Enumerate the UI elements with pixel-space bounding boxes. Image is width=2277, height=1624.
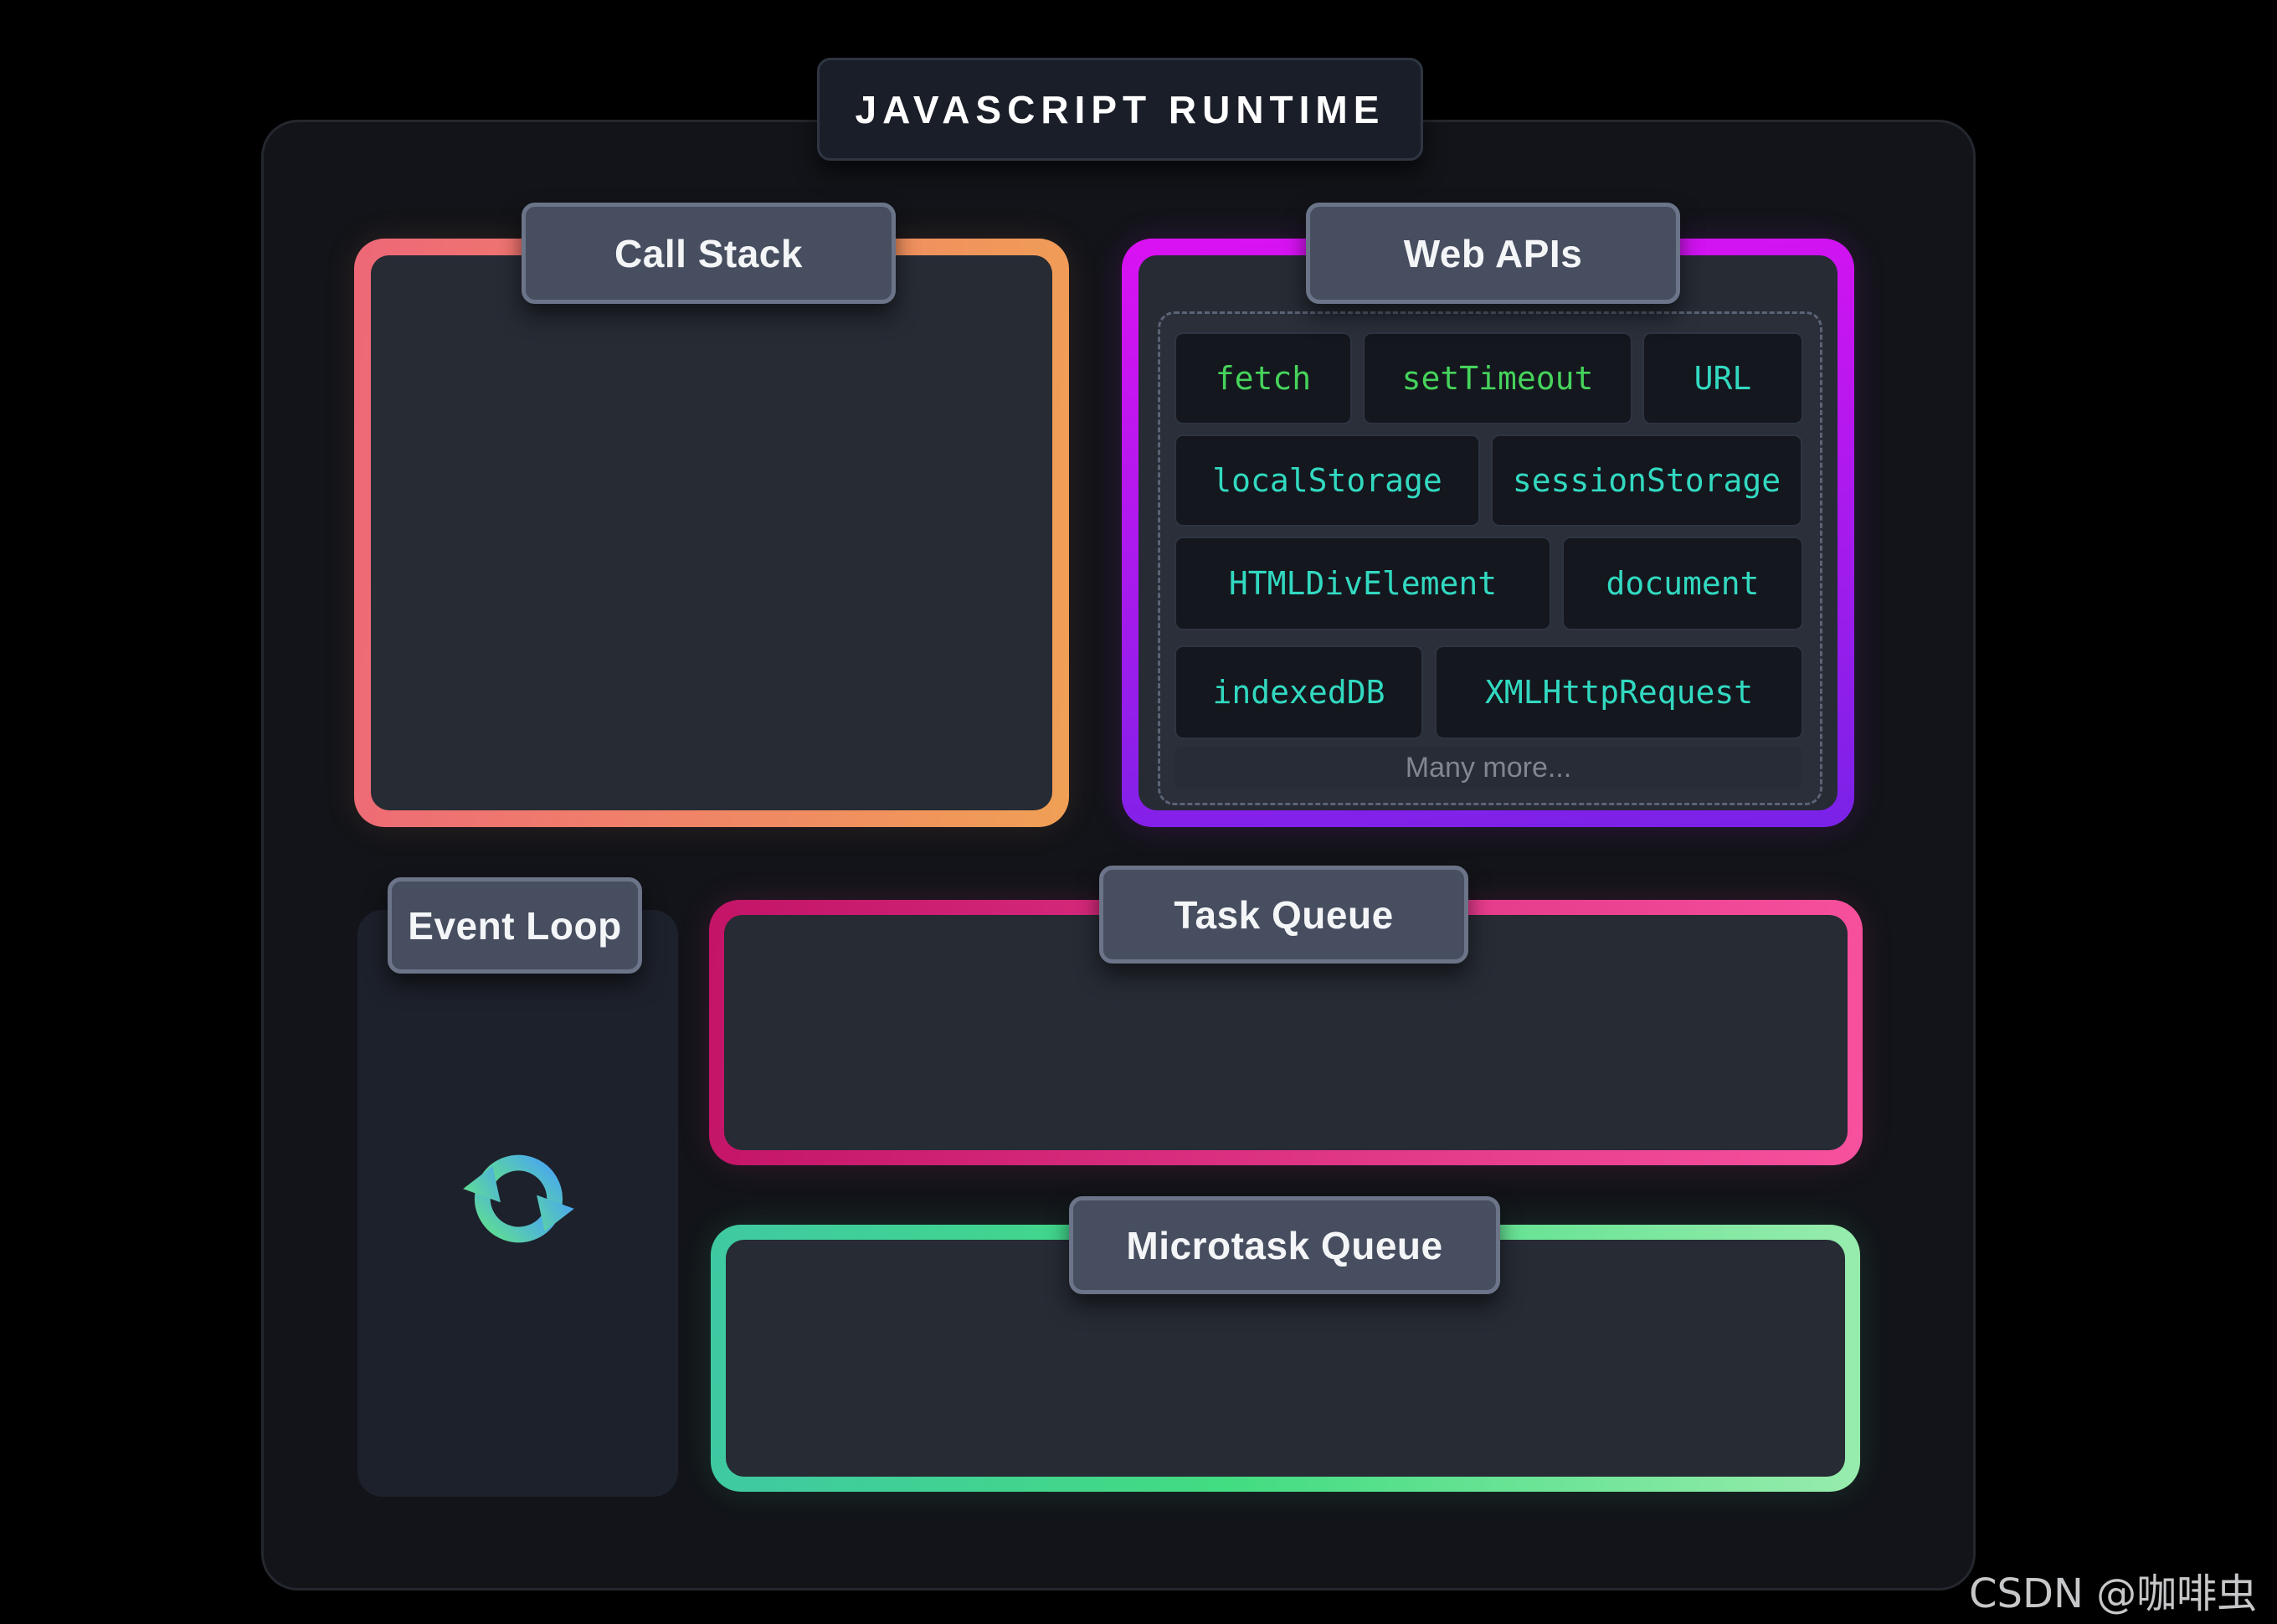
api-chip-settimeout-text: setTimeout [1401,360,1594,397]
call-stack-area [371,255,1052,810]
api-chip-xmlhttprequest-text: XMLHttpRequest [1484,674,1754,711]
web-apis-label-text: Web APIs [1403,231,1583,275]
web-apis-label: Web APIs [1306,203,1680,304]
api-chip-fetch: fetch [1174,332,1352,424]
api-chip-document: document [1562,537,1803,630]
sync-loop-icon [463,1154,574,1243]
api-chip-indexeddb: indexedDB [1174,645,1423,739]
api-chip-fetch-text: fetch [1215,360,1312,397]
microtask-queue-label-text: Microtask Queue [1126,1223,1443,1267]
api-chip-xmlhttprequest: XMLHttpRequest [1435,645,1803,739]
api-chip-document-text: document [1606,565,1760,602]
js-runtime-diagram: JAVASCRIPT RUNTIME Call Stack Web APIs f… [0,0,2277,1624]
call-stack-panel [354,239,1069,827]
task-queue-label-text: Task Queue [1174,892,1394,937]
event-loop-label-text: Event Loop [408,903,622,948]
api-chip-many-more-text: Many more... [1405,751,1572,784]
page-title: JAVASCRIPT RUNTIME [817,58,1423,161]
api-chip-localstorage: localStorage [1174,434,1480,527]
api-chip-settimeout: setTimeout [1363,332,1632,424]
event-loop-label: Event Loop [388,877,642,974]
api-chip-htmldivelement-text: HTMLDivElement [1228,565,1498,602]
api-chip-htmldivelement: HTMLDivElement [1174,537,1551,630]
api-chip-url: URL [1642,332,1803,424]
api-chip-many-more: Many more... [1174,747,1802,789]
call-stack-label: Call Stack [522,203,896,304]
watermark: CSDN @咖啡虫 [1969,1560,2257,1619]
api-chip-indexeddb-text: indexedDB [1212,674,1385,711]
api-chip-localstorage-text: localStorage [1212,462,1442,499]
api-chip-sessionstorage-text: sessionStorage [1512,462,1781,499]
watermark-text: CSDN @咖啡虫 [1969,1570,2258,1617]
microtask-queue-label: Microtask Queue [1069,1196,1500,1294]
api-chip-sessionstorage: sessionStorage [1491,434,1802,527]
call-stack-label-text: Call Stack [614,231,803,275]
page-title-text: JAVASCRIPT RUNTIME [855,87,1385,131]
event-loop-panel [357,910,678,1497]
api-chip-url-text: URL [1694,360,1752,397]
task-queue-label: Task Queue [1099,866,1468,964]
